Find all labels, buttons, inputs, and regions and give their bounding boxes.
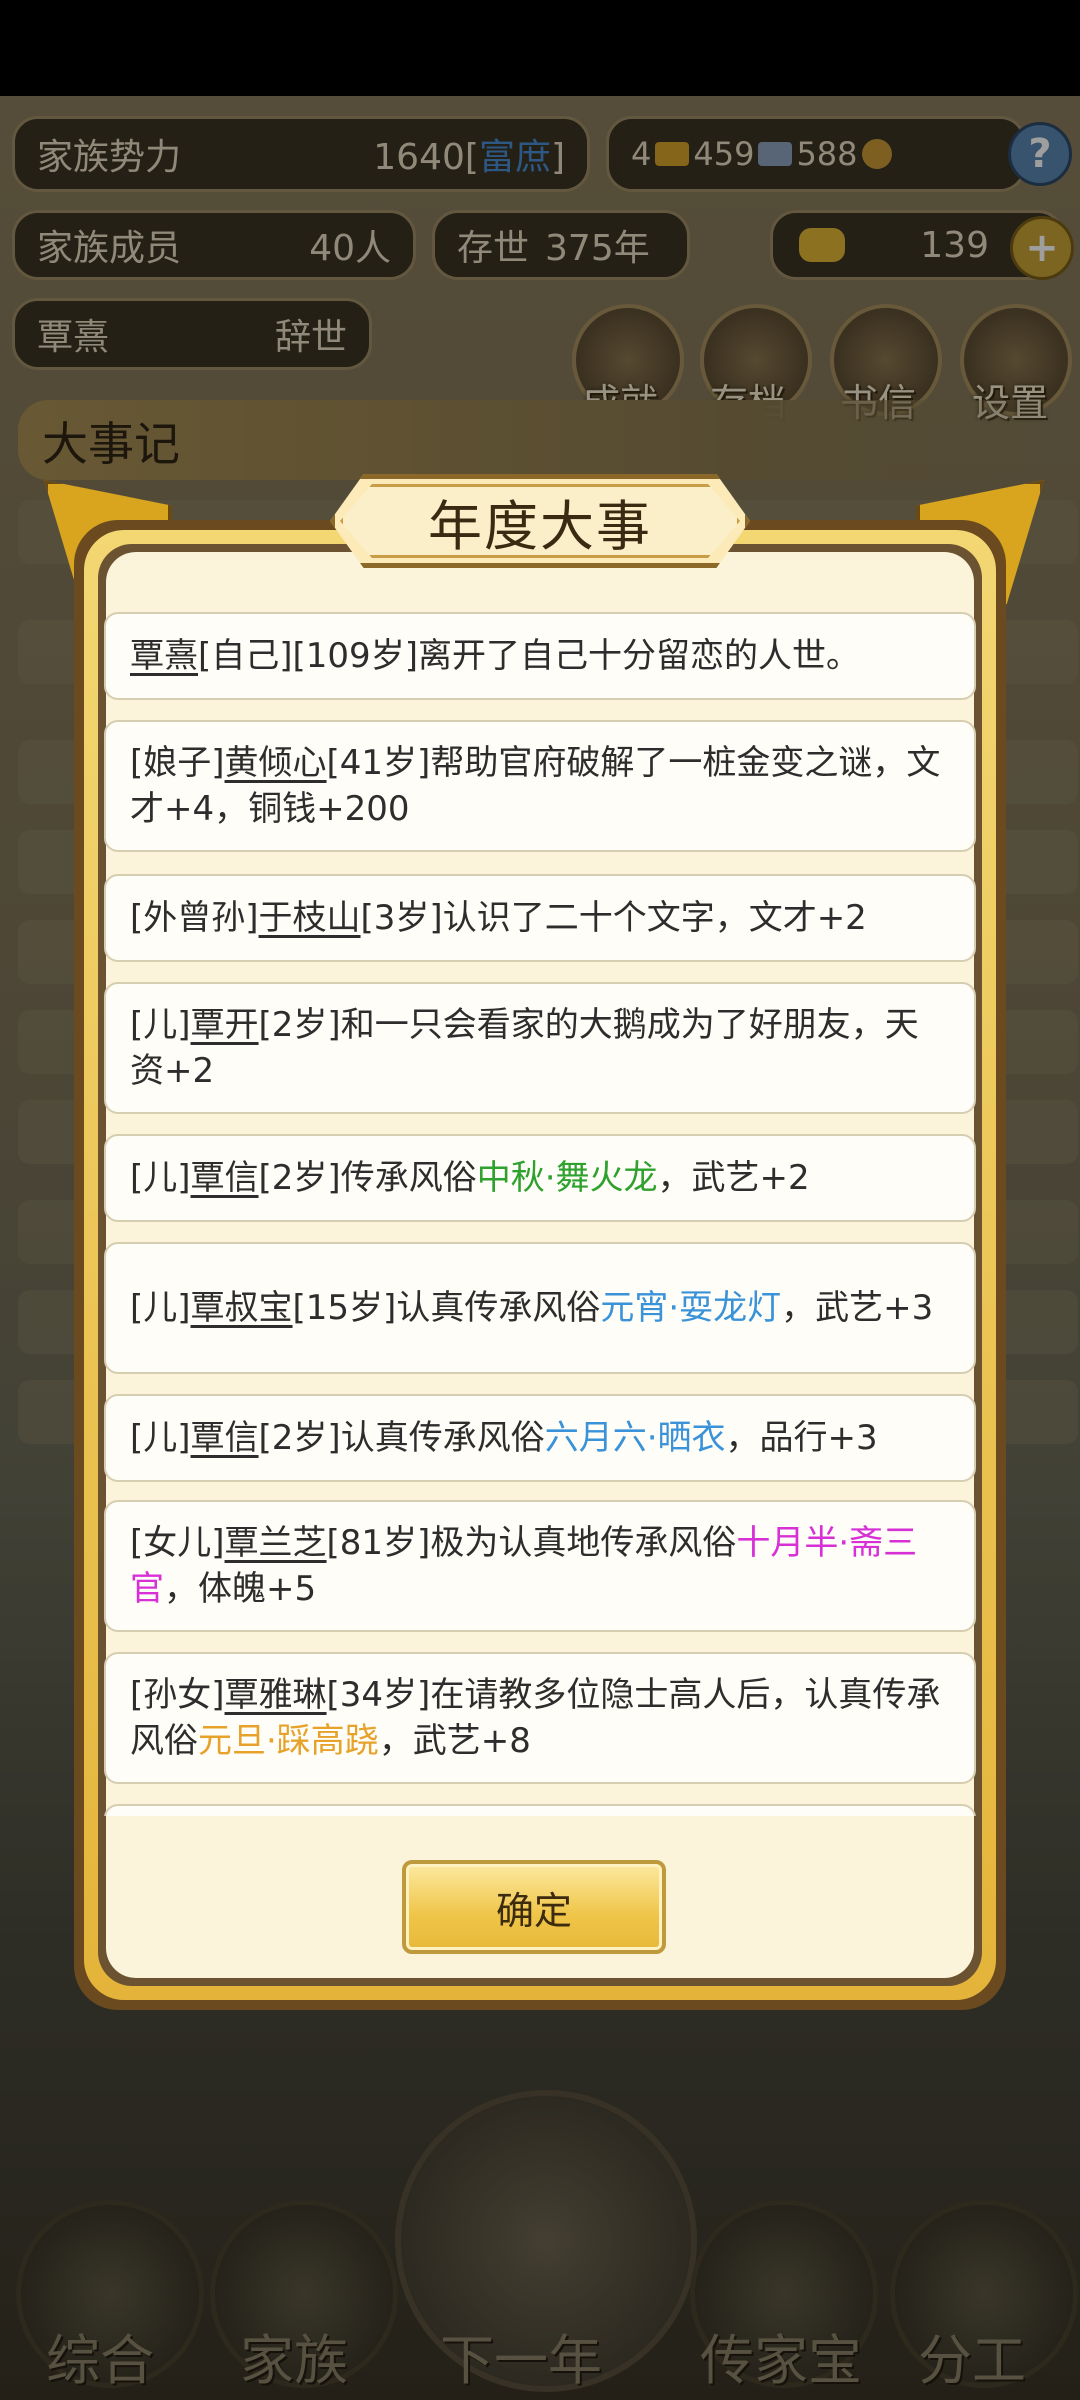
event-segment: [儿] bbox=[130, 1158, 191, 1198]
member-name-link[interactable]: 覃信 bbox=[191, 1158, 259, 1198]
event-item bbox=[104, 1804, 976, 1816]
event-segment: [娘子] bbox=[130, 743, 225, 783]
custom-highlight: 六月六·晒衣 bbox=[544, 1418, 726, 1458]
event-segment: ，武艺+2 bbox=[657, 1158, 810, 1198]
member-name-link[interactable]: 覃雅琳 bbox=[225, 1675, 327, 1715]
member-name-link[interactable]: 黄倾心 bbox=[225, 743, 327, 783]
event-segment: ，品行+3 bbox=[725, 1418, 878, 1458]
custom-highlight: 元旦·踩高跷 bbox=[198, 1721, 379, 1761]
event-segment: [81岁]极为认真地传承风俗 bbox=[326, 1523, 737, 1563]
confirm-button[interactable]: 确定 bbox=[402, 1860, 666, 1954]
event-segment: [2岁]传承风俗 bbox=[258, 1158, 477, 1198]
event-item: [女儿]覃兰芝[81岁]极为认真地传承风俗十月半·斋三官，体魄+5 bbox=[104, 1500, 976, 1632]
event-text: [女儿]覃兰芝[81岁]极为认真地传承风俗十月半·斋三官，体魄+5 bbox=[130, 1520, 950, 1612]
event-segment: [女儿] bbox=[130, 1523, 225, 1563]
modal-title-plate: 年度大事 bbox=[330, 474, 750, 568]
event-segment: [2岁]认真传承风俗 bbox=[258, 1418, 545, 1458]
member-name-link[interactable]: 于枝山 bbox=[259, 898, 361, 938]
event-segment: [3岁]认识了二十个文字，文才+2 bbox=[360, 898, 867, 938]
event-text: [孙女]覃雅琳[34岁]在请教多位隐士高人后，认真传承风俗元旦·踩高跷，武艺+8 bbox=[130, 1672, 950, 1764]
event-text: [儿]覃叔宝[15岁]认真传承风俗元宵·耍龙灯，武艺+3 bbox=[130, 1285, 950, 1331]
event-item: 覃熹[自己][109岁]离开了自己十分留恋的人世。 bbox=[104, 612, 976, 700]
member-name-link[interactable]: 覃熹 bbox=[130, 636, 198, 676]
event-segment: ，体魄+5 bbox=[164, 1569, 317, 1609]
event-item: [儿]覃信[2岁]认真传承风俗六月六·晒衣，品行+3 bbox=[104, 1394, 976, 1482]
annual-events-list[interactable]: 覃熹[自己][109岁]离开了自己十分留恋的人世。 [娘子]黄倾心[41岁]帮助… bbox=[104, 612, 976, 1816]
event-item: [外曾孙]于枝山[3岁]认识了二十个文字，文才+2 bbox=[104, 874, 976, 962]
modal-title: 年度大事 bbox=[428, 494, 652, 558]
event-text: [外曾孙]于枝山[3岁]认识了二十个文字，文才+2 bbox=[130, 895, 950, 941]
event-text: [儿]覃开[2岁]和一只会看家的大鹅成为了好朋友，天资+2 bbox=[130, 1002, 950, 1094]
custom-highlight: 中秋·舞火龙 bbox=[476, 1158, 658, 1198]
event-item: [孙女]覃雅琳[34岁]在请教多位隐士高人后，认真传承风俗元旦·踩高跷，武艺+8 bbox=[104, 1652, 976, 1784]
custom-highlight: 元宵·耍龙灯 bbox=[600, 1288, 782, 1328]
event-segment: [儿] bbox=[130, 1288, 191, 1328]
event-item: [娘子]黄倾心[41岁]帮助官府破解了一桩金变之谜，文才+4，铜钱+200 bbox=[104, 720, 976, 852]
event-item: [儿]覃开[2岁]和一只会看家的大鹅成为了好朋友，天资+2 bbox=[104, 982, 976, 1114]
event-segment: ，武艺+3 bbox=[781, 1288, 934, 1328]
event-text: 覃熹[自己][109岁]离开了自己十分留恋的人世。 bbox=[130, 633, 950, 679]
event-segment: [儿] bbox=[130, 1005, 191, 1045]
event-segment: ，武艺+8 bbox=[378, 1721, 531, 1761]
event-segment: [自己][109岁]离开了自己十分留恋的人世。 bbox=[198, 636, 860, 676]
event-text: [儿]覃信[2岁]传承风俗中秋·舞火龙，武艺+2 bbox=[130, 1155, 950, 1201]
event-segment: [15岁]认真传承风俗 bbox=[292, 1288, 601, 1328]
event-segment: [儿] bbox=[130, 1418, 191, 1458]
event-text: [娘子]黄倾心[41岁]帮助官府破解了一桩金变之谜，文才+4，铜钱+200 bbox=[130, 740, 950, 832]
member-name-link[interactable]: 覃兰芝 bbox=[225, 1523, 327, 1563]
event-text: [儿]覃信[2岁]认真传承风俗六月六·晒衣，品行+3 bbox=[130, 1415, 950, 1461]
event-item: [儿]覃信[2岁]传承风俗中秋·舞火龙，武艺+2 bbox=[104, 1134, 976, 1222]
member-name-link[interactable]: 覃叔宝 bbox=[191, 1288, 293, 1328]
member-name-link[interactable]: 覃开 bbox=[191, 1005, 259, 1045]
status-bar bbox=[0, 0, 1080, 96]
member-name-link[interactable]: 覃信 bbox=[191, 1418, 259, 1458]
event-item: [儿]覃叔宝[15岁]认真传承风俗元宵·耍龙灯，武艺+3 bbox=[104, 1242, 976, 1374]
event-segment: [孙女] bbox=[130, 1675, 225, 1715]
confirm-label: 确定 bbox=[495, 1888, 572, 1933]
event-segment: [外曾孙] bbox=[130, 898, 259, 938]
